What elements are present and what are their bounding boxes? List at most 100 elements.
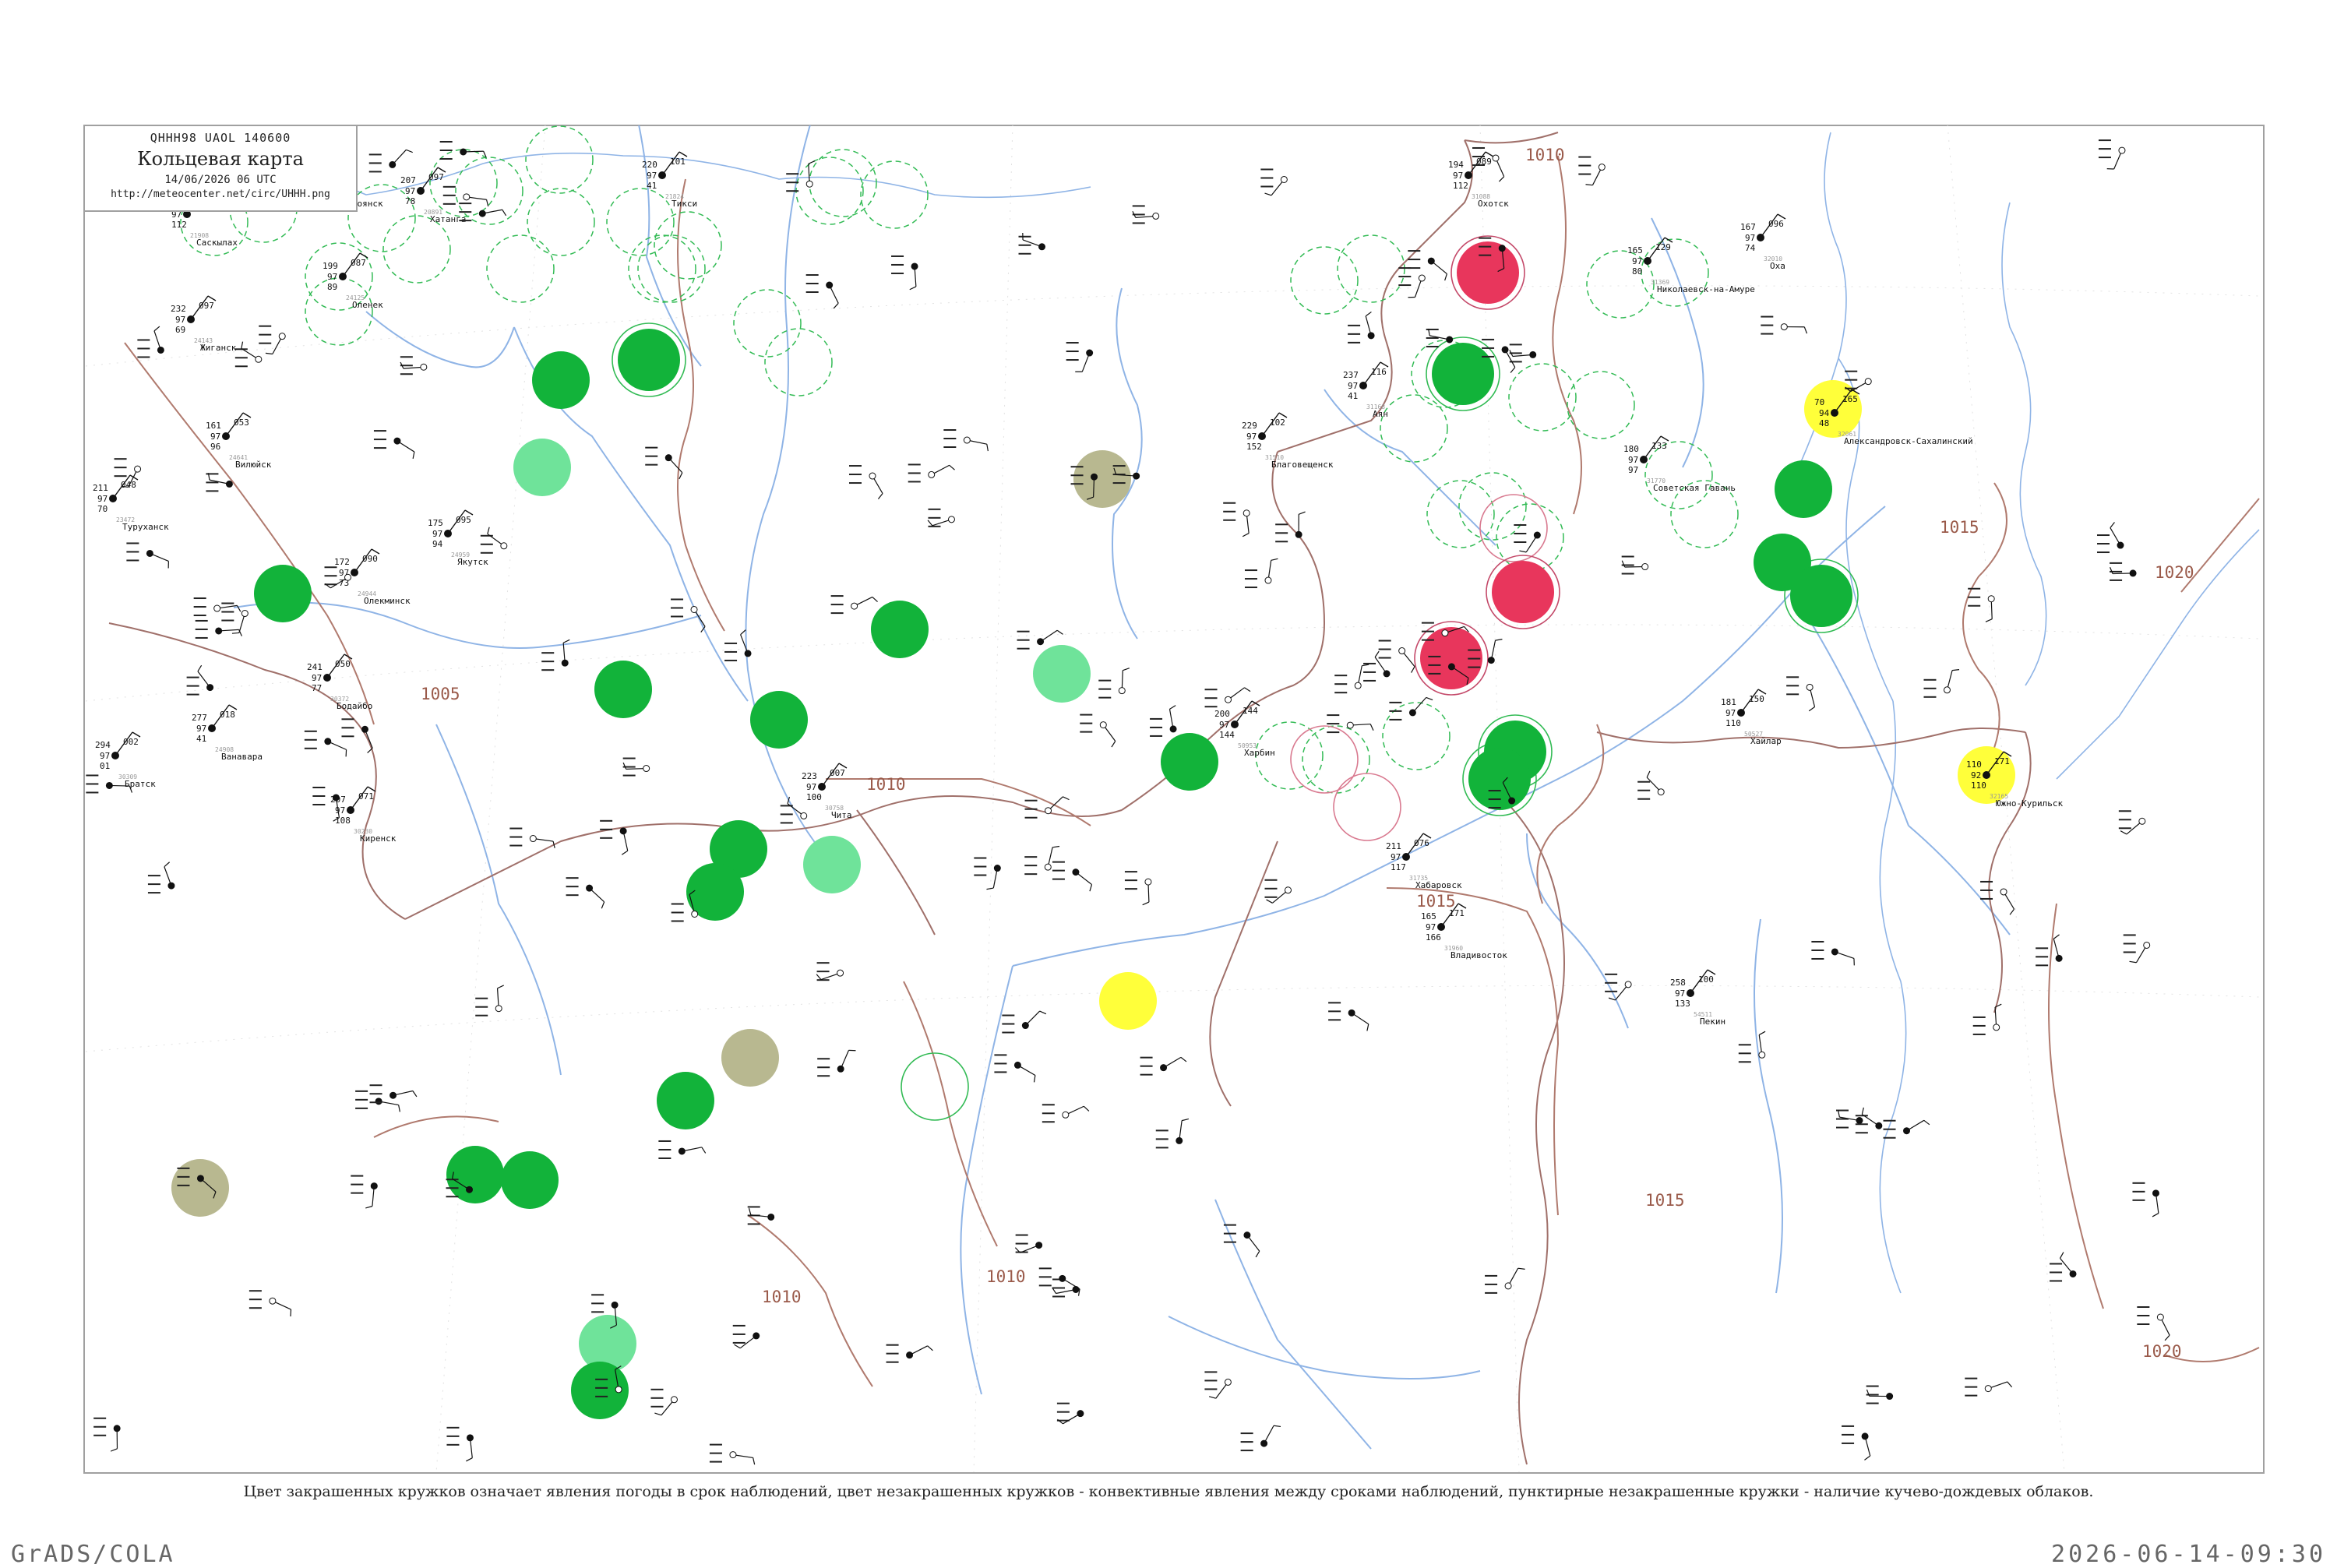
map-datetime: 14/06/2026 06 UTC — [85, 174, 356, 186]
station-marker — [818, 783, 826, 791]
station-temperature: 194 — [1448, 160, 1464, 170]
station-pressure: 018 — [220, 710, 235, 720]
station-temperature: 211 — [1386, 841, 1401, 851]
station-name: Олекминск — [364, 596, 411, 606]
station-marker-glyph — [1052, 1278, 1079, 1297]
station-visibility: 110 — [1725, 718, 1741, 728]
station-visibility: 133 — [1675, 999, 1690, 1009]
station-visibility: 96 — [210, 442, 220, 452]
isobar-label: 1005 — [421, 685, 460, 703]
station-temperature: 161 — [206, 421, 221, 431]
station-temperature: 181 — [1721, 697, 1736, 707]
station-marker-glyph — [566, 877, 605, 908]
station-plot: 2230079710030758Чита — [802, 763, 852, 820]
graticule — [86, 125, 2259, 1472]
cb-circle — [607, 189, 674, 255]
station-dewpoint: 97 — [196, 724, 206, 734]
station-temperature: 211 — [93, 483, 108, 493]
station-marker — [351, 569, 358, 576]
station-dewpoint: 97 — [1391, 852, 1401, 862]
station-temperature: 220 — [642, 160, 657, 170]
station-name: Охотск — [1478, 199, 1509, 209]
station-marker-glyph — [1968, 588, 1994, 622]
station-plots: 207097977820891Хатанга220101974121824Тик… — [93, 152, 2063, 1027]
station-marker-glyph — [831, 595, 878, 614]
map-url[interactable]: http://meteocenter.net/circ/UHHH.png — [85, 189, 356, 200]
station-marker-glyph — [1398, 267, 1425, 298]
coastlines — [86, 132, 2259, 1293]
isobar-label: 1015 — [1645, 1191, 1685, 1210]
rain-circle — [254, 565, 312, 622]
cb-circle — [734, 290, 801, 357]
station-marker-glyph — [733, 1325, 760, 1348]
cb-circle — [629, 235, 696, 302]
station-marker-glyph — [658, 1140, 705, 1159]
station-name: Хайлар — [1750, 736, 1782, 746]
station-pressure: 133 — [1651, 441, 1667, 451]
station-marker — [109, 495, 117, 502]
station-name: Саскылах — [196, 238, 238, 248]
station-plot: 165129978031369Николаевск-на-Амуре — [1627, 238, 1755, 294]
station-marker-glyph — [887, 1344, 933, 1363]
station-marker-glyph — [351, 1175, 377, 1208]
station-plot: 2070719710830230Киренск — [330, 787, 397, 844]
station-marker-glyph — [1204, 1371, 1231, 1398]
station-marker — [1983, 771, 1990, 779]
station-marker — [1402, 853, 1410, 861]
station-marker-glyph — [891, 255, 918, 290]
station-dewpoint: 97 — [1348, 381, 1358, 391]
station-marker — [111, 752, 119, 759]
station-marker-glyph — [974, 858, 1000, 890]
station-dewpoint: 97 — [1453, 171, 1463, 181]
station-dewpoint: 97 — [1745, 233, 1755, 243]
station-marker-glyph — [249, 1290, 291, 1316]
cb-circle — [526, 126, 593, 193]
station-marker-glyph — [1125, 871, 1151, 905]
station-name: Оленек — [352, 300, 383, 310]
station-marker — [1465, 171, 1472, 179]
station-temperature: 199 — [323, 261, 338, 271]
station-marker-glyph — [2036, 935, 2062, 966]
station-visibility: 97 — [1628, 465, 1638, 475]
station-marker-glyph — [710, 1444, 755, 1465]
convective-circle — [901, 1053, 968, 1120]
station-marker-glyph — [1057, 1403, 1084, 1424]
generation-timestamp: 2026-06-14-09:30 — [2051, 1541, 2326, 1568]
station-marker — [417, 187, 425, 195]
station-marker-glyph — [1327, 714, 1373, 733]
cb-circle — [1380, 395, 1447, 462]
cb-circle — [527, 189, 594, 255]
station-dewpoint: 97 — [100, 751, 110, 761]
station-marker — [444, 530, 452, 537]
station-marker-glyph — [93, 1418, 120, 1451]
station-plot: 2001449714450953Харбин — [1214, 701, 1275, 758]
synoptic-map: 1005 1010 1010 1010 1010 1015 1015 1015 … — [0, 0, 2337, 1558]
station-dewpoint: 97 — [647, 171, 657, 181]
cb-circle — [1338, 235, 1405, 302]
station-name: Владивосток — [1450, 950, 1507, 960]
station-visibility: 166 — [1426, 932, 1441, 943]
station-dewpoint: 97 — [1675, 988, 1685, 999]
station-pressure: 150 — [1749, 694, 1764, 704]
drizzle-circle — [513, 439, 571, 496]
station-marker-glyph — [1761, 316, 1807, 335]
station-pressure: 096 — [1768, 219, 1784, 229]
station-marker-glyph — [1156, 1119, 1189, 1148]
cb-circle — [1383, 703, 1450, 770]
station-marker-glyph — [1363, 651, 1390, 682]
station-dewpoint: 97 — [312, 673, 322, 683]
station-pressure: 171 — [1994, 756, 2010, 766]
station-plot: 2110769711731735Хабаровск — [1386, 833, 1462, 890]
station-marker — [187, 315, 195, 323]
station-marker — [1640, 456, 1648, 463]
rain-circle — [1468, 748, 1531, 810]
station-marker-glyph — [1866, 1386, 1893, 1404]
station-visibility: 70 — [97, 504, 108, 514]
station-marker-glyph — [1019, 233, 1045, 255]
station-name: Оха — [1770, 261, 1785, 271]
station-marker — [208, 724, 216, 732]
station-visibility: 89 — [327, 282, 337, 292]
station-name: Киренск — [360, 833, 397, 844]
drizzle-circle — [803, 836, 861, 893]
station-marker-glyph — [1739, 1031, 1765, 1062]
